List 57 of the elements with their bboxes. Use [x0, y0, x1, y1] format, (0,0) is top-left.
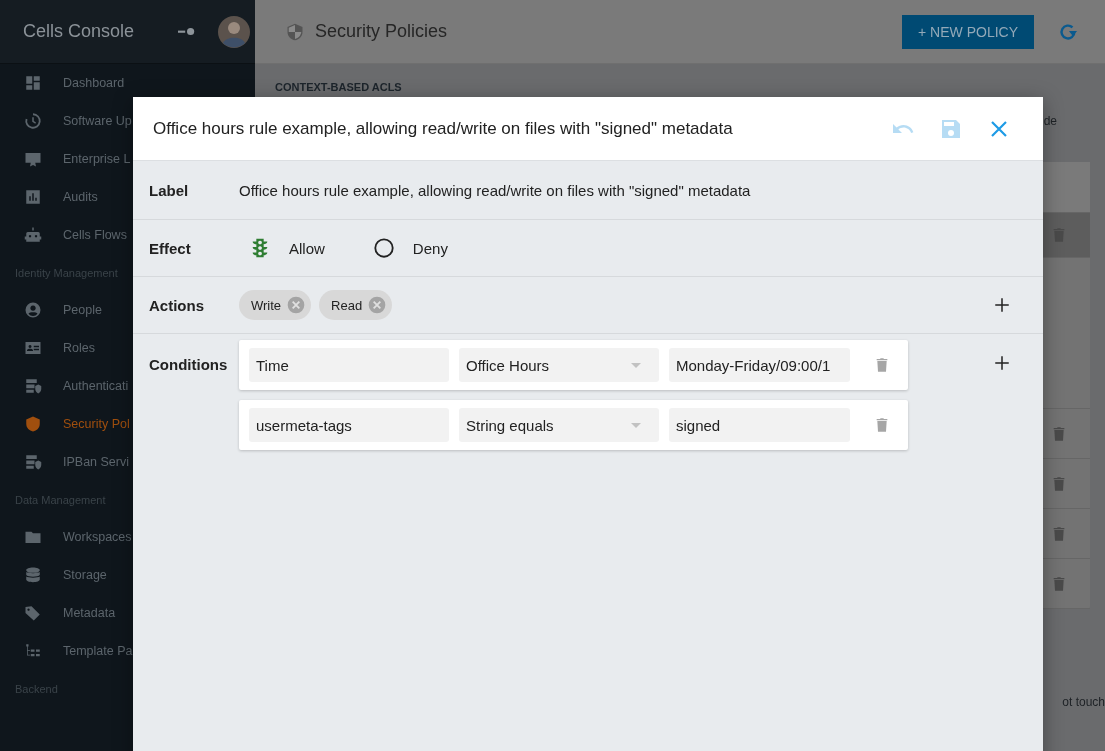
operator-dropdown[interactable]: Office Hours — [459, 348, 659, 382]
trash-icon[interactable] — [1051, 574, 1067, 593]
add-icon[interactable] — [993, 354, 1011, 372]
input-field[interactable]: Time — [249, 348, 449, 382]
robot-icon — [24, 226, 42, 244]
dialog-title: Office hours rule example, allowing read/write on files with "signed" metadata — [153, 118, 734, 139]
field-label: Label — [149, 181, 190, 199]
bar-chart-icon — [24, 188, 42, 206]
trash-icon[interactable] — [1051, 424, 1067, 443]
radio-label: Allow — [289, 239, 325, 257]
trash-icon[interactable] — [1051, 524, 1067, 543]
chip-label: Write — [251, 297, 282, 313]
sidebar-item[interactable]: Dashboard — [0, 64, 255, 102]
person-icon — [24, 301, 42, 319]
radio-button[interactable] — [372, 237, 395, 259]
id-card-icon — [24, 339, 42, 357]
label-value[interactable]: Office hours rule example, allowing read/write on files with "signed" metadata — [239, 181, 751, 199]
toggle-icon[interactable] — [178, 27, 196, 36]
tag-icon — [24, 604, 42, 622]
shield-icon — [24, 415, 42, 433]
shield-icon — [285, 21, 305, 42]
new-policy-button[interactable]: + NEW POLICY — [902, 14, 1034, 49]
input-field[interactable]: signed — [669, 408, 850, 442]
dropdown-caret-icon — [631, 422, 641, 428]
database-icon — [24, 566, 42, 584]
clock-icon — [24, 112, 42, 130]
description-text: ot touch — [1062, 695, 1105, 709]
trash-icon[interactable] — [874, 355, 890, 375]
page-title: Security Policies — [315, 21, 449, 42]
trash-icon[interactable] — [1051, 474, 1067, 493]
description-text: de — [1043, 114, 1057, 128]
trash-icon[interactable] — [874, 415, 890, 435]
operator-dropdown[interactable]: String equals — [459, 408, 659, 442]
sidebar-item[interactable]: Template Pa — [0, 632, 255, 670]
app-title: Cells Console — [23, 21, 136, 42]
remove-icon[interactable] — [367, 295, 388, 315]
remove-icon[interactable] — [286, 295, 307, 315]
radio-label: Deny — [412, 239, 448, 257]
certificate-icon — [24, 150, 42, 168]
chip-label: Read — [331, 297, 363, 313]
server-shield-icon — [24, 377, 42, 395]
sidebar-item[interactable]: Metadata — [0, 594, 255, 632]
section-heading: CONTEXT-BASED ACLS — [275, 81, 403, 93]
dashboard-icon — [24, 74, 42, 92]
sidebar-item[interactable]: Workspaces — [0, 518, 255, 556]
sidebar-item[interactable]: Enterprise L — [0, 140, 255, 178]
input-field[interactable]: Monday-Friday/09:00/1 — [669, 348, 850, 382]
input-field[interactable]: usermeta-tags — [249, 408, 449, 442]
field-label: Actions — [149, 296, 205, 314]
field-label: Effect — [149, 239, 192, 257]
server-shield-icon — [24, 453, 42, 471]
sidebar-item[interactable]: IPBan Servi — [0, 443, 255, 481]
field-label: Conditions — [149, 355, 229, 373]
sidebar-item[interactable]: Storage — [0, 556, 255, 594]
avatar[interactable] — [218, 15, 250, 48]
dropdown-caret-icon — [631, 362, 641, 368]
add-icon[interactable] — [993, 296, 1011, 314]
